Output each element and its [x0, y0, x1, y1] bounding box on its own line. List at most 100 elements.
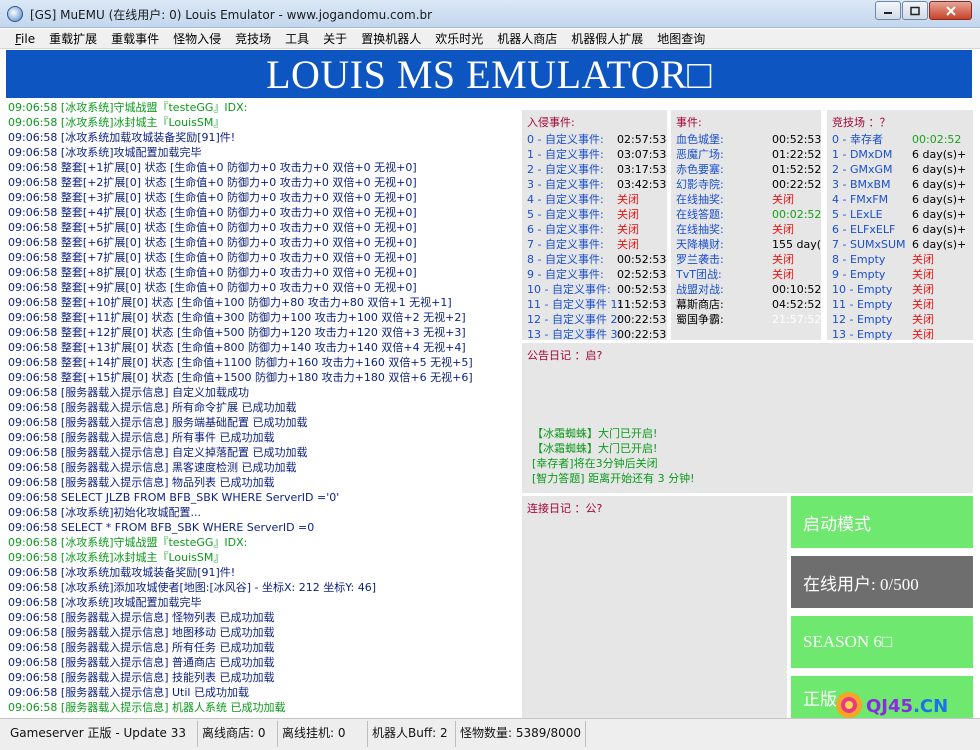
log-line: 09:06:58 [冰攻系统]冰封城主『LouisSM』	[8, 116, 225, 129]
invasion-row: 11 - 自定义事件 1: 11:52:53	[527, 297, 667, 312]
invasion-row-name: 12 - 自定义事件 2:	[527, 313, 622, 326]
invasion-row-name: 2 - 自定义事件:	[527, 163, 604, 176]
connection-log-panel: 连接日记 ：公?	[522, 496, 787, 718]
invasion-row-name: 3 - 自定义事件:	[527, 178, 604, 191]
events-row-value: 关闭	[772, 193, 794, 206]
notice-log-title: 公告日记 ：启?	[527, 349, 603, 362]
log-line: 09:06:58 [冰攻系统]添加攻城使者[地图:[冰风谷] - 坐标X: 21…	[8, 581, 377, 594]
log-line: 09:06:58 整套[+12扩展[0] 状态 [生命值+500 防御力+120…	[8, 326, 466, 339]
window-title: [GS] MuEMU (在线用户: 0) Louis Emulator - ww…	[30, 8, 433, 22]
arena-row-value: 6 day(s)+	[912, 238, 967, 251]
menu-arena[interactable]: 竞技场	[228, 30, 278, 47]
log-line: 09:06:58 [冰攻系统]初始化攻城配置...	[8, 506, 201, 519]
menu-happy-hour[interactable]: 欢乐时光	[428, 30, 490, 47]
arena-row: 10 - Empty 关闭	[832, 282, 973, 297]
arena-row-name: 7 - SUMxSUM	[832, 238, 906, 251]
arena-row-name: 3 - BMxBM	[832, 178, 891, 191]
arena-row-value: 6 day(s)+	[912, 148, 967, 161]
arena-row-name: 6 - ELFxELF	[832, 223, 896, 236]
invasion-row-name: 8 - 自定义事件:	[527, 253, 604, 266]
app-icon	[7, 6, 23, 22]
notice-line: [幸存者]将在3分钟后关闭	[532, 457, 658, 470]
menu-tools[interactable]: 工具	[278, 30, 316, 47]
invasion-row-name: 0 - 自定义事件:	[527, 133, 604, 146]
invasion-row: 3 - 自定义事件: 03:42:53	[527, 177, 667, 192]
menu-replace-robot[interactable]: 置换机器人	[354, 30, 428, 47]
invasion-row-name: 7 - 自定义事件:	[527, 238, 604, 251]
arena-row-value: 关闭	[912, 268, 934, 281]
menu-map-query[interactable]: 地图查询	[650, 30, 712, 47]
arena-row: 3 - BMxBM 6 day(s)+	[832, 177, 973, 192]
invasion-row-name: 11 - 自定义事件 1:	[527, 298, 622, 311]
log-line: 09:06:58 整套[+2扩展[0] 状态 [生命值+0 防御力+0 攻击力+…	[8, 176, 417, 189]
events-row-name: 天降横财:	[676, 238, 724, 251]
log-line: 09:06:58 [服务器载入提示信息] 黑客速度检测 已成功加载	[8, 461, 297, 474]
menu-about[interactable]: 关于	[316, 30, 354, 47]
arena-title: 竞技场 ：？	[832, 116, 891, 129]
events-row: 蜀国争霸: 21:57:52	[676, 312, 821, 327]
arena-row-value: 00:02:52	[912, 133, 962, 146]
invasion-row: 7 - 自定义事件: 关闭	[527, 237, 667, 252]
invasion-row-value: 关闭	[617, 193, 639, 206]
invasion-row-name: 13 - 自定义事件 3:	[527, 328, 622, 340]
invasion-row-name: 6 - 自定义事件:	[527, 223, 604, 236]
log-line: 09:06:58 [冰攻系统]冰封城主『LouisSM』	[8, 551, 225, 564]
arena-row-name: 4 - FMxFM	[832, 193, 889, 206]
menu-bot-extension[interactable]: 机器假人扩展	[564, 30, 650, 47]
title-bar: [GS] MuEMU (在线用户: 0) Louis Emulator - ww…	[0, 0, 980, 28]
arena-row-value: 关闭	[912, 328, 934, 340]
log-line: 09:06:58 整套[+6扩展[0] 状态 [生命值+0 防御力+0 攻击力+…	[8, 236, 417, 249]
online-users-button[interactable]: 在线用户: 0/500	[791, 556, 973, 608]
arena-row-value: 关闭	[912, 313, 934, 326]
events-row: 血色城堡: 00:52:53	[676, 132, 821, 147]
close-button[interactable]	[929, 1, 972, 20]
menu-reload-extension[interactable]: 重载扩展	[42, 30, 104, 47]
menu-file[interactable]: File	[8, 32, 42, 46]
season-button[interactable]: SEASON 6□	[791, 616, 973, 668]
log-line: 09:06:58 整套[+14扩展[0] 状态 [生命值+1100 防御力+16…	[8, 356, 473, 369]
events-row: 赤色要塞: 01:52:52	[676, 162, 821, 177]
events-row-value: 00:52:53	[772, 133, 821, 146]
events-row: 天降横财: 155 day(s)+	[676, 237, 821, 252]
window-controls	[875, 1, 972, 20]
status-offline-hangup: 离线挂机: 0	[278, 721, 368, 747]
arena-row-name: 9 - Empty	[832, 268, 886, 281]
menu-monster-invasion[interactable]: 怪物入侵	[166, 30, 228, 47]
menu-robot-shop[interactable]: 机器人商店	[490, 30, 564, 47]
invasion-row: 6 - 自定义事件: 关闭	[527, 222, 667, 237]
arena-row: 13 - Empty 关闭	[832, 327, 973, 340]
minimize-icon	[884, 11, 892, 14]
status-bot-buff: 机器人Buff: 2	[368, 721, 456, 747]
invasion-row: 10 - 自定义事件: 00:52:53	[527, 282, 667, 297]
invasion-row: 12 - 自定义事件 2: 00:22:53	[527, 312, 667, 327]
events-row-name: 血色城堡:	[676, 133, 724, 146]
notice-line: 【冰霜蜘蛛】大门已开启!	[532, 442, 658, 455]
arena-row-name: 2 - GMxGM	[832, 163, 893, 176]
arena-row-name: 13 - Empty	[832, 328, 893, 340]
minimize-button[interactable]	[875, 1, 901, 20]
log-line: 09:06:58 [服务器载入提示信息] 技能列表 已成功加载	[8, 671, 275, 684]
events-row: TvT团战: 关闭	[676, 267, 821, 282]
log-line: 09:06:58 [冰攻系统加载攻城装备奖励[91]件!	[8, 566, 236, 579]
arena-panel: 竞技场 ：？ 0 - 幸存者 00:02:52 1 - DMxDM 6 day(s)+…	[827, 110, 973, 340]
arena-row: 5 - LExLE 6 day(s)+	[832, 207, 973, 222]
arena-row-name: 8 - Empty	[832, 253, 886, 266]
arena-row: 0 - 幸存者 00:02:52	[832, 132, 973, 147]
menu-reload-events[interactable]: 重载事件	[104, 30, 166, 47]
events-row: 幕斯商店: 04:52:52	[676, 297, 821, 312]
log-line: 09:06:58 整套[+1扩展[0] 状态 [生命值+0 防御力+0 攻击力+…	[8, 161, 417, 174]
events-panel: 事件: 血色城堡: 00:52:53 恶魔广场: 01:22:52 赤色要塞: 01:52…	[671, 110, 821, 340]
arena-row-value: 关闭	[912, 298, 934, 311]
server-log[interactable]: 09:06:58 [冰攻系统]守城战盟『testeGG』IDX: 09:06:58…	[6, 100, 518, 718]
log-line: 09:06:58 整套[+8扩展[0] 状态 [生命值+0 防御力+0 攻击力+…	[8, 266, 417, 279]
status-offline-shop: 离线商店: 0	[198, 721, 278, 747]
maximize-button[interactable]	[902, 1, 928, 20]
notice-log-panel: 公告日记 ：启? 【冰霜蜘蛛】大门已开启! 【冰霜蜘蛛】大门已开启! [幸存者]将在…	[522, 343, 973, 493]
invasion-row-value: 02:52:53	[617, 268, 667, 281]
invasion-row: 0 - 自定义事件: 02:57:53	[527, 132, 667, 147]
invasion-row: 13 - 自定义事件 3: 00:22:53	[527, 327, 667, 340]
start-mode-button[interactable]: 启动模式	[791, 496, 973, 548]
events-row-value: 21:57:52	[772, 313, 821, 326]
events-row-value: 关闭	[772, 223, 794, 236]
log-line: 09:06:58 [服务器载入提示信息] 服务端基础配置 已成功加载	[8, 416, 308, 429]
